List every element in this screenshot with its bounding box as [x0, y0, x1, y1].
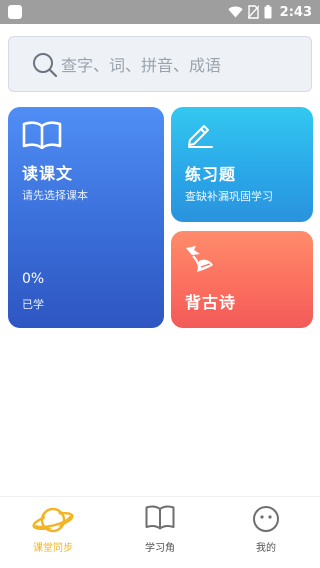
- nav-label-mine: 我的: [256, 543, 276, 554]
- bottom-navigation: 课堂同步 学习角 我的: [0, 496, 320, 568]
- practice-card-subtitle: 查缺补漏巩固学习: [185, 190, 273, 203]
- search-input[interactable]: [61, 51, 301, 79]
- nav-classroom-sync[interactable]: 课堂同步: [0, 497, 106, 568]
- read-progress-value: 0%: [22, 271, 45, 287]
- status-bar: 2:43: [0, 0, 320, 24]
- read-card-title: 读课文: [22, 164, 74, 183]
- search-icon: [33, 53, 58, 78]
- nav-label-study-corner: 学习角: [145, 543, 175, 554]
- wifi-icon: [227, 6, 243, 18]
- smiley-icon: [253, 506, 279, 532]
- poem-card[interactable]: 背古诗: [171, 231, 313, 328]
- status-time: 2:43: [279, 4, 312, 20]
- search-bar[interactable]: [8, 36, 312, 92]
- practice-card-title: 练习题: [185, 165, 237, 184]
- poet-icon: [186, 246, 213, 272]
- read-progress-label: 已学: [22, 298, 44, 311]
- poem-card-title: 背古诗: [185, 293, 237, 312]
- nav-study-corner[interactable]: 学习角: [107, 497, 213, 568]
- open-book-icon: [22, 121, 62, 149]
- nav-label-classroom-sync: 课堂同步: [33, 543, 73, 554]
- read-lesson-card[interactable]: 读课文 请先选择课本 0% 已学: [8, 107, 164, 328]
- no-sim-icon: [247, 5, 259, 19]
- notification-icon: [8, 5, 22, 19]
- app-screen: 2:43 读课文 请先选择课本 0% 已学 练习题 查缺补漏巩固学习: [0, 0, 320, 568]
- battery-icon: [264, 5, 272, 19]
- practice-card[interactable]: 练习题 查缺补漏巩固学习: [171, 107, 313, 222]
- nav-mine[interactable]: 我的: [213, 497, 319, 568]
- planet-icon: [32, 507, 74, 533]
- read-card-subtitle: 请先选择课本: [22, 189, 88, 202]
- status-icons: 2:43: [227, 0, 312, 24]
- book-icon: [145, 505, 175, 530]
- pencil-icon: [188, 125, 213, 148]
